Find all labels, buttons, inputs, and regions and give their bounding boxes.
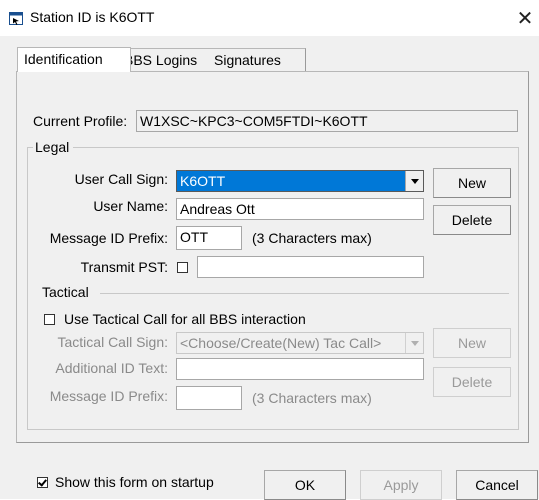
legal-group-border-bottom [27, 429, 519, 430]
message-id-prefix-field[interactable]: OTT [176, 226, 242, 250]
tactical-message-id-prefix-field[interactable] [176, 386, 242, 410]
tactical-message-id-prefix-hint: (3 Characters max) [252, 390, 372, 406]
legal-group-border-left [27, 147, 28, 429]
tactical-call-sign-combo[interactable]: <Choose/Create(New) Tac Call> [176, 332, 424, 354]
message-id-prefix-label: Message ID Prefix: [49, 230, 168, 246]
current-profile-field: W1XSC~KPC3~COM5FTDI~K6OTT [136, 110, 518, 132]
window-title: Station ID is K6OTT [30, 9, 155, 25]
delete-tactical-call-button[interactable]: Delete [433, 367, 511, 397]
transmit-pst-label: Transmit PST: [80, 259, 168, 275]
tab-identification[interactable]: Identification [17, 47, 131, 72]
show-on-startup-checkbox[interactable] [37, 477, 48, 488]
use-tactical-call-label: Use Tactical Call for all BBS interactio… [64, 311, 306, 327]
apply-button[interactable]: Apply [360, 470, 442, 500]
delete-call-sign-button[interactable]: Delete [433, 205, 511, 235]
legal-group-label: Legal [35, 139, 70, 155]
user-call-sign-value: K6OTT [180, 173, 226, 189]
transmit-pst-field[interactable] [197, 256, 424, 278]
tactical-message-id-prefix-label: Message ID Prefix: [49, 388, 168, 404]
new-tactical-call-button[interactable]: New [433, 328, 511, 358]
message-id-prefix-hint: (3 Characters max) [252, 230, 372, 246]
close-icon[interactable]: ✕ [512, 6, 538, 32]
cancel-button[interactable]: Cancel [456, 470, 538, 500]
user-call-sign-label: User Call Sign: [74, 171, 168, 187]
show-on-startup-label: Show this form on startup [55, 474, 214, 490]
tactical-group-label: Tactical [42, 284, 89, 300]
tab-signatures[interactable]: Signatures [208, 48, 306, 73]
title-bar: Station ID is K6OTT ✕ [0, 0, 539, 36]
additional-id-text-field[interactable] [176, 358, 424, 380]
current-profile-label: Current Profile: [33, 113, 128, 129]
ok-button[interactable]: OK [264, 470, 346, 500]
use-tactical-call-checkbox[interactable] [44, 314, 55, 325]
legal-group-border-top [73, 147, 518, 148]
user-name-label: User Name: [93, 198, 168, 214]
new-call-sign-button[interactable]: New [433, 168, 511, 198]
user-call-sign-dropdown-button[interactable] [405, 171, 423, 191]
additional-id-text-label: Additional ID Text: [55, 360, 168, 376]
transmit-pst-checkbox[interactable] [177, 262, 188, 273]
user-call-sign-combo[interactable]: K6OTT [176, 170, 424, 192]
app-window-icon [9, 12, 23, 25]
legal-group-border-right [518, 147, 519, 429]
tactical-call-sign-dropdown-button[interactable] [405, 333, 423, 353]
user-name-field[interactable]: Andreas Ott [176, 198, 424, 220]
chevron-down-icon [411, 179, 419, 184]
tactical-call-sign-label: Tactical Call Sign: [57, 334, 169, 350]
tab-bbs-logins[interactable]: BBS Logins [118, 48, 215, 73]
chevron-down-icon [411, 341, 419, 346]
tactical-call-sign-value: <Choose/Create(New) Tac Call> [180, 335, 382, 351]
tactical-group-separator [100, 293, 509, 294]
